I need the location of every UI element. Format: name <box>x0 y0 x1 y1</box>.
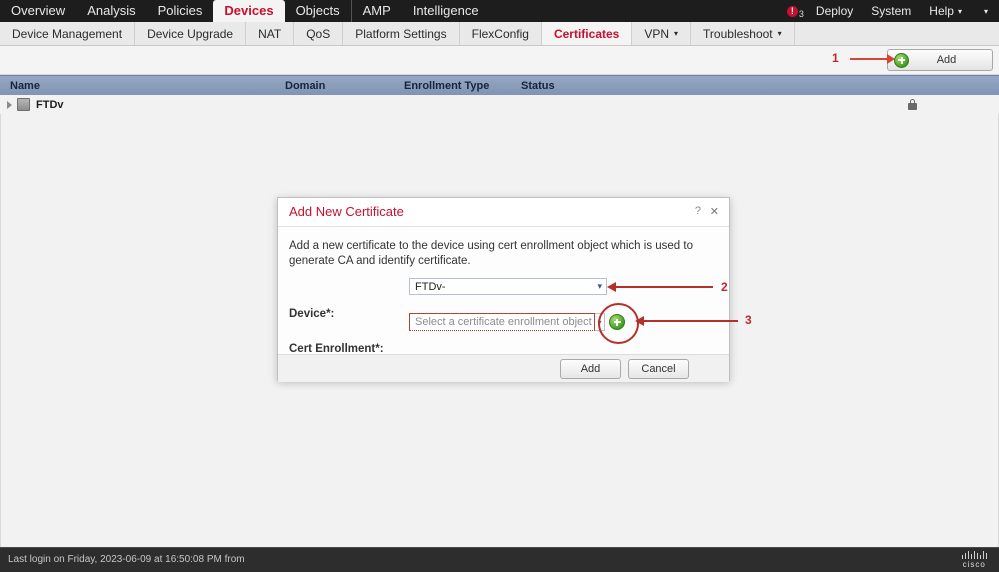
subnav-item-troubleshoot-label: Troubleshoot <box>703 26 773 41</box>
help-icon[interactable]: ? <box>695 205 701 217</box>
column-header-enrollment-type: Enrollment Type <box>404 80 490 92</box>
nav-item-intelligence[interactable]: Intelligence <box>402 0 490 22</box>
cisco-logo-text: cisco <box>962 560 986 569</box>
plus-icon <box>894 52 909 68</box>
nav-item-overview-label: Overview <box>11 3 66 18</box>
nav-item-amp[interactable]: AMP <box>350 0 402 22</box>
nav-item-policies[interactable]: Policies <box>147 0 214 22</box>
nav-item-policies-label: Policies <box>157 3 203 18</box>
dialog-cancel-button[interactable]: Cancel <box>628 359 689 379</box>
nav-item-objects[interactable]: Objects <box>285 0 351 22</box>
nav-item-devices-label: Devices <box>224 3 274 18</box>
nav-item-analysis[interactable]: Analysis <box>76 0 146 22</box>
nav-item-objects-label: Objects <box>295 3 340 18</box>
cisco-logo-bars <box>961 551 987 559</box>
top-navigation-bar: Overview Analysis Policies Devices Objec… <box>0 0 999 22</box>
subnav-item-device-management-label: Device Management <box>12 26 123 41</box>
device-field-label: Device*: <box>289 308 335 320</box>
expand-arrow-icon[interactable] <box>7 100 12 109</box>
column-header-name: Name <box>10 80 40 92</box>
subnav-item-certificates-label: Certificates <box>553 26 620 41</box>
dialog-footer: Add Cancel <box>278 354 729 382</box>
close-icon[interactable]: ✕ <box>710 205 719 218</box>
dialog-description: Add a new certificate to the device usin… <box>289 240 693 267</box>
certificates-toolbar: Add <box>0 46 999 75</box>
nav-item-analysis-label: Analysis <box>87 3 136 18</box>
subnav-item-device-upgrade-label: Device Upgrade <box>147 26 234 41</box>
dialog-title: Add New Certificate <box>289 204 404 219</box>
lock-icon <box>907 98 917 110</box>
system-label: System <box>871 4 912 18</box>
add-certificate-button[interactable]: Add <box>887 49 993 71</box>
row-lock-cell[interactable] <box>901 97 923 112</box>
add-button-label: Add <box>936 54 957 66</box>
dialog-header: Add New Certificate ? ✕ <box>278 198 729 227</box>
device-select-value: FTDv- <box>415 280 446 293</box>
column-header-status: Status <box>521 80 555 92</box>
system-menu[interactable]: System <box>862 0 920 22</box>
subnav-item-platform-settings-label: Platform Settings <box>355 26 447 41</box>
subnav-item-flexconfig-label: FlexConfig <box>471 26 529 41</box>
nav-item-overview[interactable]: Overview <box>0 0 76 22</box>
subnav-item-device-upgrade[interactable]: Device Upgrade <box>135 22 247 45</box>
nav-item-amp-label: AMP <box>362 3 391 18</box>
user-menu[interactable]: ▾ <box>971 0 997 22</box>
chevron-down-icon: ▾ <box>597 281 602 291</box>
dialog-add-button[interactable]: Add <box>560 359 621 379</box>
subnav-item-vpn-label: VPN <box>644 26 670 41</box>
deploy-badge-count: 3 <box>798 9 804 19</box>
subnav-item-nat-label: NAT <box>258 26 282 41</box>
cert-enrollment-input[interactable]: Select a certificate enrollment object <box>409 313 595 331</box>
sub-navigation-bar: Device Management Device Upgrade NAT QoS… <box>0 22 999 46</box>
deploy-label: Deploy <box>815 4 854 18</box>
table-row-name: FTDv <box>36 98 64 111</box>
subnav-item-troubleshoot[interactable]: Troubleshoot ▾ <box>691 22 795 45</box>
subnav-item-flexconfig[interactable]: FlexConfig <box>460 22 542 45</box>
last-login-text: Last login on Friday, 2023-06-09 at 16:5… <box>8 554 245 565</box>
deploy-button[interactable]: Deploy <box>807 0 862 22</box>
annotation-circle-highlight <box>598 303 639 344</box>
cert-enrollment-placeholder: Select a certificate enrollment object <box>415 316 592 328</box>
top-nav-items: Overview Analysis Policies Devices Objec… <box>0 0 490 22</box>
status-bar: Last login on Friday, 2023-06-09 at 16:5… <box>0 547 999 572</box>
chevron-down-icon: ▾ <box>957 6 962 16</box>
annotation-arrow-2 <box>607 282 713 292</box>
nav-item-devices[interactable]: Devices <box>213 0 285 22</box>
annotation-arrow-1 <box>850 54 895 64</box>
subnav-filler <box>795 22 999 45</box>
annotation-number-1: 1 <box>832 51 839 65</box>
device-icon <box>17 98 30 111</box>
chevron-down-icon: ▾ <box>983 6 988 16</box>
chevron-down-icon: ▾ <box>777 29 782 38</box>
subnav-item-device-management[interactable]: Device Management <box>0 22 136 45</box>
deploy-notification-badge[interactable]: ! 3 <box>781 0 807 22</box>
cisco-logo: cisco <box>961 551 987 569</box>
subnav-item-nat[interactable]: NAT <box>246 22 295 45</box>
nav-item-intelligence-label: Intelligence <box>412 3 479 18</box>
alert-icon: ! <box>786 5 798 17</box>
top-nav-right-items: ! 3 Deploy System Help ▾ ▾ <box>781 0 999 22</box>
annotation-arrow-3 <box>635 316 738 326</box>
subnav-item-platform-settings[interactable]: Platform Settings <box>343 22 460 45</box>
subnav-item-certificates[interactable]: Certificates <box>541 22 633 45</box>
help-label: Help <box>929 4 954 18</box>
table-row[interactable]: FTDv <box>0 95 999 115</box>
device-select[interactable]: FTDv- ▾ <box>409 278 607 295</box>
subnav-item-qos[interactable]: QoS <box>294 22 344 45</box>
chevron-down-icon: ▾ <box>674 29 679 38</box>
certificates-table-header: Name Domain Enrollment Type Status <box>0 75 999 97</box>
annotation-number-3: 3 <box>745 313 752 327</box>
annotation-number-2: 2 <box>721 280 728 294</box>
help-menu[interactable]: Help ▾ <box>920 0 971 22</box>
subnav-item-qos-label: QoS <box>306 26 331 41</box>
subnav-item-vpn[interactable]: VPN ▾ <box>632 22 692 45</box>
column-header-domain: Domain <box>285 80 326 92</box>
